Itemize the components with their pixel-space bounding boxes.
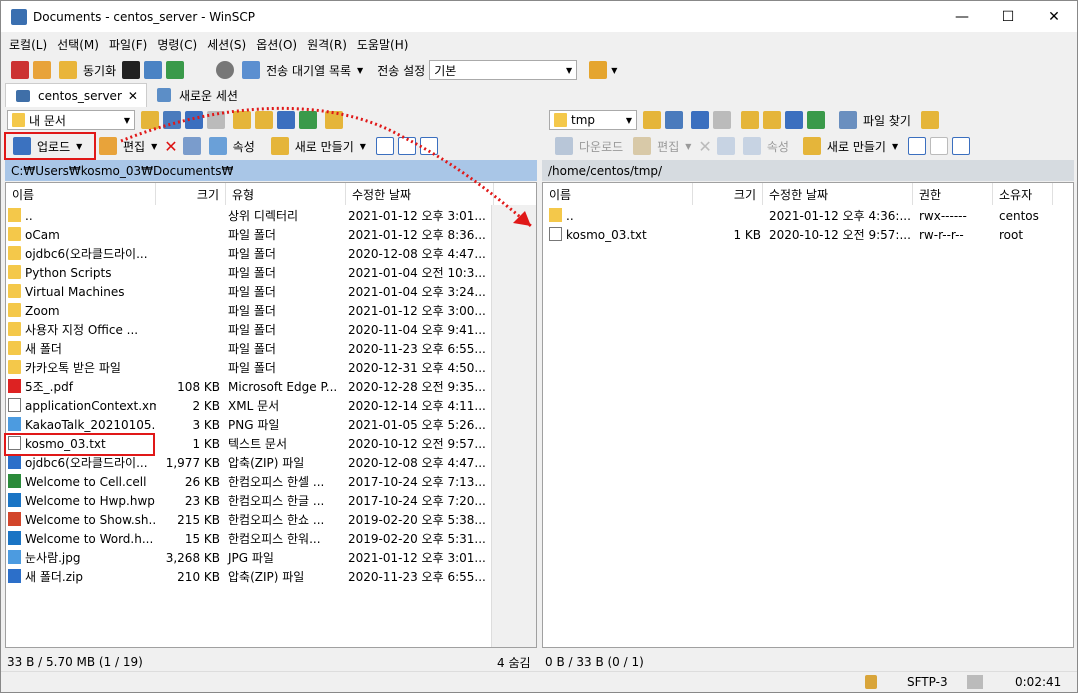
winscp-window: Documents - centos_server - WinSCP — ☐ ✕… <box>0 0 1078 693</box>
annotation-arrow <box>120 106 532 228</box>
arrow-path <box>120 106 532 228</box>
arrow-head <box>513 211 531 226</box>
